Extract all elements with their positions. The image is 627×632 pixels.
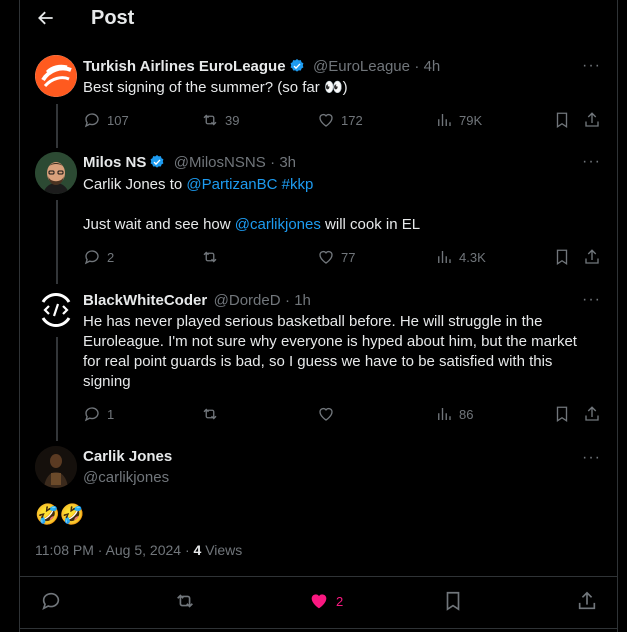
- tweet-text-segment: will cook in EL: [320, 216, 421, 233]
- tweet-header: BlackWhiteCoder @DordeD · 1h: [83, 292, 311, 310]
- reply-button[interactable]: 2: [83, 248, 114, 266]
- avatar[interactable]: [35, 289, 77, 331]
- reply-icon[interactable]: [40, 590, 62, 612]
- author-handle[interactable]: @MilosNSNS: [174, 154, 266, 171]
- reply-icon: [84, 407, 99, 422]
- post-meta: 11:08 PM · Aug 5, 2024 · 4 Views: [35, 542, 242, 558]
- repost-button[interactable]: 39: [201, 111, 239, 129]
- repost-icon: [203, 251, 217, 263]
- heart-icon: [319, 407, 333, 421]
- heart-icon: [319, 113, 333, 127]
- author-name[interactable]: BlackWhiteCoder: [83, 292, 207, 309]
- reply-icon: [84, 250, 99, 265]
- euroleague-logo-icon: [35, 55, 77, 97]
- post-text: 🤣🤣: [35, 504, 85, 526]
- more-options-icon[interactable]: ···: [582, 57, 601, 75]
- thread-line: [56, 200, 58, 284]
- views-label: Views: [201, 542, 243, 558]
- thread-line: [56, 337, 58, 441]
- repost-button[interactable]: [201, 248, 219, 266]
- avatar[interactable]: [35, 446, 77, 488]
- author-name[interactable]: Milos NS: [83, 154, 146, 171]
- reply-count: 2: [107, 249, 115, 265]
- thread-line: [56, 104, 58, 148]
- reply-icon: [84, 113, 99, 128]
- post-timestamp[interactable]: 11:08 PM · Aug 5, 2024 ·: [35, 542, 194, 558]
- mention-link[interactable]: @carlikjones: [235, 216, 321, 233]
- bookmark-icon[interactable]: [553, 248, 571, 266]
- share-icon[interactable]: [583, 405, 601, 423]
- repost-icon[interactable]: [174, 590, 196, 612]
- analytics-icon: [438, 251, 451, 263]
- reply-button[interactable]: 107: [83, 111, 129, 129]
- cartoon-man-avatar-icon: [35, 152, 77, 194]
- divider: [19, 628, 618, 629]
- share-icon[interactable]: [576, 590, 598, 612]
- tweet-time[interactable]: · 1h: [285, 292, 311, 309]
- code-logo-icon: [35, 289, 77, 331]
- analytics-icon: [438, 114, 451, 126]
- tweet-text: He has never played serious basketball b…: [83, 313, 577, 390]
- views-button[interactable]: 86: [435, 405, 473, 423]
- tweet-text-segment: Just wait and see how: [83, 216, 235, 233]
- like-button[interactable]: 2: [308, 590, 343, 612]
- views-button[interactable]: 79K: [435, 111, 482, 129]
- analytics-icon: [438, 408, 451, 420]
- repost-count: 39: [225, 112, 240, 128]
- bookmark-icon[interactable]: [553, 405, 571, 423]
- like-count: 2: [336, 593, 344, 609]
- more-options-icon[interactable]: ···: [582, 153, 601, 171]
- tweet-time[interactable]: · 4h: [414, 58, 440, 75]
- views-count: 86: [459, 406, 474, 422]
- avatar[interactable]: [35, 152, 77, 194]
- share-icon[interactable]: [583, 248, 601, 266]
- author-handle[interactable]: @DordeD: [214, 292, 281, 309]
- page-title: Post: [91, 7, 135, 29]
- tweet-text: Just wait and see how @carlikjones will …: [83, 215, 420, 235]
- bookmark-icon[interactable]: [442, 590, 464, 612]
- reply-count: 1: [107, 406, 115, 422]
- author-name[interactable]: Turkish Airlines EuroLeague: [83, 58, 286, 75]
- reply-count: 107: [107, 112, 129, 128]
- author-name[interactable]: Carlik Jones: [83, 448, 172, 465]
- divider: [19, 576, 618, 577]
- heart-filled-icon: [311, 594, 327, 609]
- repost-icon: [203, 408, 217, 420]
- hashtag-link[interactable]: #kkp: [282, 176, 314, 193]
- views-count: 4.3K: [459, 249, 486, 265]
- repost-button[interactable]: [201, 405, 219, 423]
- like-button[interactable]: 77: [317, 248, 355, 266]
- bookmark-icon[interactable]: [553, 111, 571, 129]
- like-button[interactable]: 172: [317, 111, 363, 129]
- more-options-icon[interactable]: ···: [582, 449, 601, 467]
- back-arrow-icon[interactable]: [36, 8, 56, 28]
- views-button[interactable]: 4.3K: [435, 248, 486, 266]
- repost-icon: [203, 114, 217, 126]
- tweet-text-segment: Carlik Jones to: [83, 176, 187, 193]
- like-count: 77: [341, 249, 356, 265]
- tweet-text: Best signing of the summer? (so far 👀): [83, 79, 348, 96]
- tweet-text: Carlik Jones to @PartizanBC #kkp: [83, 175, 313, 195]
- verified-badge-icon: [150, 155, 164, 168]
- tweet-header: Turkish Airlines EuroLeague @EuroLeague …: [83, 58, 440, 76]
- reply-button[interactable]: 1: [83, 405, 114, 423]
- more-options-icon[interactable]: ···: [582, 291, 601, 309]
- heart-icon: [319, 250, 333, 264]
- views-count: 79K: [459, 112, 483, 128]
- tweet-time[interactable]: · 3h: [270, 154, 296, 171]
- author-handle[interactable]: @carlikjones: [83, 469, 169, 486]
- avatar[interactable]: [35, 55, 77, 97]
- player-photo-icon: [35, 446, 77, 488]
- share-icon[interactable]: [583, 111, 601, 129]
- mention-link[interactable]: @PartizanBC: [186, 176, 277, 193]
- like-button[interactable]: [317, 405, 335, 423]
- verified-badge-icon: [290, 59, 303, 72]
- author-handle[interactable]: @EuroLeague: [313, 58, 410, 75]
- tweet-header: Milos NS @MilosNSNS · 3h: [83, 154, 296, 172]
- like-count: 172: [341, 112, 363, 128]
